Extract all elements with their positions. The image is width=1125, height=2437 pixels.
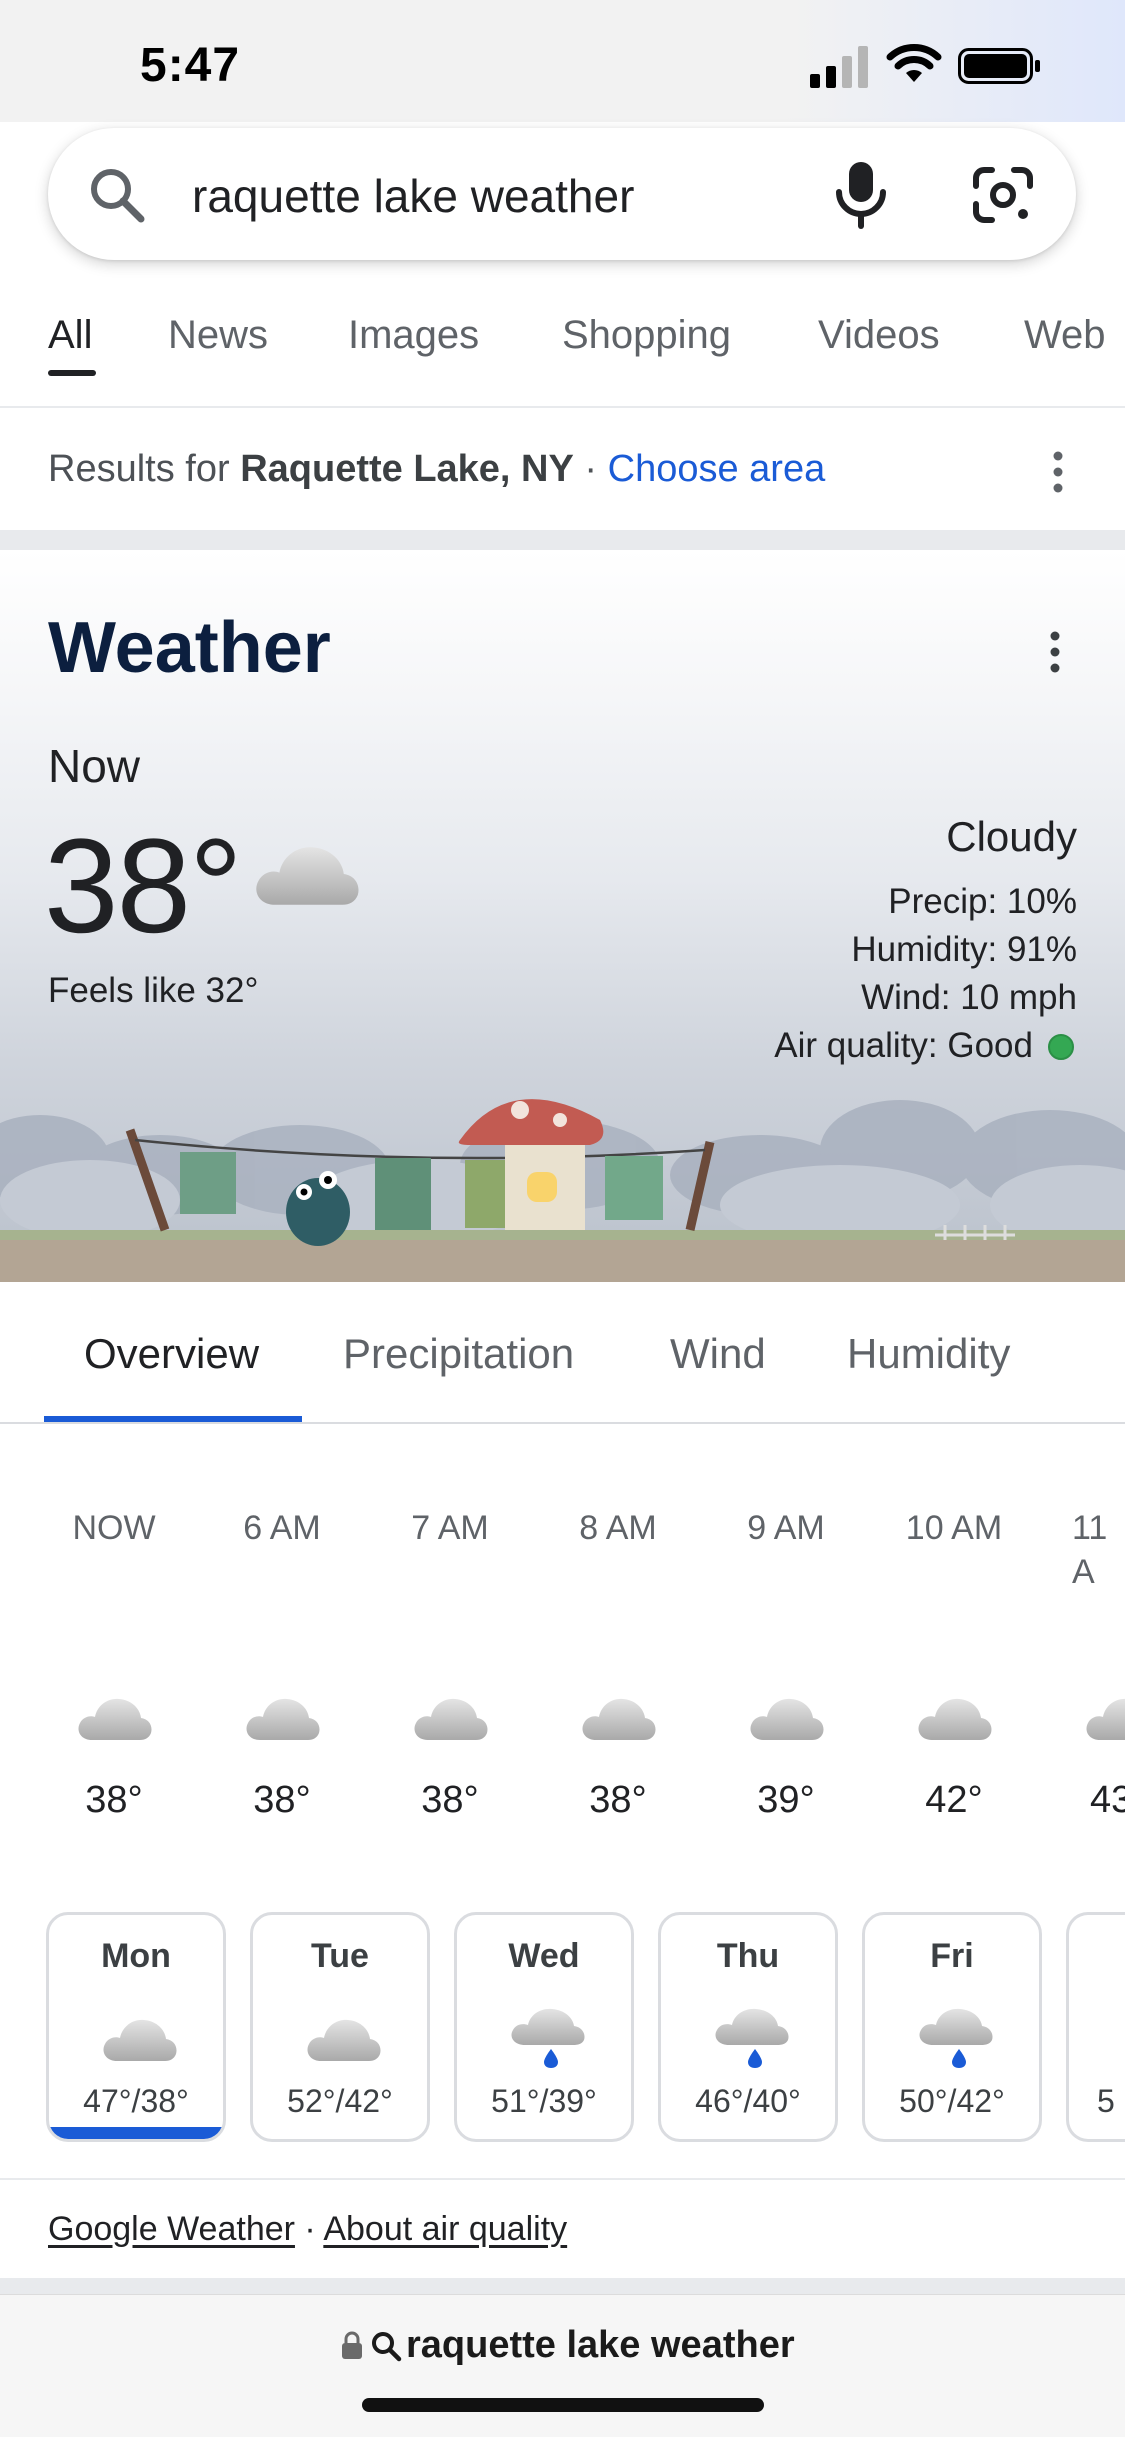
hour-label: 8 AM [579, 1509, 657, 1547]
tab-active-indicator [48, 370, 96, 376]
status-time: 5:47 [140, 39, 241, 92]
hour-label: 11 A [1072, 1509, 1108, 1591]
day-temperature-range: 46°/40° [695, 2083, 801, 2119]
feels-like: Feels like 32° [48, 971, 259, 1010]
hour-temperature: 39° [757, 1779, 815, 1821]
hour-label: 6 AM [243, 1509, 321, 1547]
precipitation-detail: Precip: 10% [888, 882, 1077, 921]
tab-news[interactable]: News [168, 310, 268, 360]
results-for-prefix: Results for [48, 448, 230, 490]
weather-title: Weather [48, 608, 331, 688]
search-input[interactable]: raquette lake weather [192, 168, 634, 224]
cloud-icon [307, 2019, 381, 2061]
cloud-icon [578, 1690, 658, 1746]
day-temperature-range: 51°/39° [491, 2083, 597, 2119]
separator-dot: · [304, 2210, 316, 2248]
tab-videos[interactable]: Videos [818, 310, 940, 360]
search-icon[interactable] [86, 164, 148, 226]
current-temperature: 38° [44, 812, 243, 961]
cloud-icon [914, 1690, 994, 1746]
lock-icon [342, 2331, 362, 2359]
tab-humidity[interactable]: Humidity [847, 1328, 1010, 1380]
results-for-row: Results for Raquette Lake, NY · Choose a… [48, 444, 825, 494]
hour-temperature: 42° [925, 1779, 983, 1821]
day-card-mon[interactable]: Mon 47°/38° [46, 1912, 226, 2142]
day-card-wed[interactable]: Wed 51°/39° [454, 1912, 634, 2142]
day-name: Mon [101, 1937, 171, 1975]
hour-label: 9 AM [747, 1509, 825, 1547]
hour-label: 10 AM [905, 1509, 1003, 1547]
tab-shopping[interactable]: Shopping [562, 310, 731, 360]
divider [0, 2178, 1125, 2180]
rain-cloud-icon [915, 2005, 995, 2069]
day-card-thu[interactable]: Thu 46°/40° [658, 1912, 838, 2142]
day-card-fri[interactable]: Fri 50°/42° [862, 1912, 1042, 2142]
humidity-detail: Humidity: 91% [851, 930, 1077, 969]
hour-label: 7 AM [411, 1509, 489, 1547]
tab-overview[interactable]: Overview [84, 1328, 259, 1380]
about-air-quality-link[interactable]: About air quality [323, 2210, 567, 2248]
now-label: Now [48, 740, 141, 792]
air-quality-detail: Air quality: Good [774, 1026, 1033, 1065]
rain-cloud-icon [711, 2005, 791, 2069]
divider [0, 1422, 1125, 1424]
hour-temperature: 38° [421, 1779, 479, 1821]
results-location: Raquette Lake, NY [240, 448, 574, 490]
rain-cloud-icon [507, 2005, 587, 2069]
cloud-icon [103, 2019, 177, 2061]
microphone-icon[interactable] [830, 160, 892, 230]
more-options-icon[interactable] [1043, 630, 1067, 674]
address-bar-text[interactable]: raquette lake weather [406, 2320, 795, 2370]
hour-label: NOW [72, 1509, 156, 1547]
cloud-icon [242, 1690, 322, 1746]
day-name: Thu [716, 1937, 780, 1975]
cloud-icon [1086, 1698, 1125, 1740]
weather-condition: Cloudy [946, 813, 1077, 860]
day-card-tue[interactable]: Tue 52°/42° [250, 1912, 430, 2142]
hour-temperature: 38° [589, 1779, 647, 1821]
hour-temperature: 38° [253, 1779, 311, 1821]
weather-illustration [0, 1099, 1125, 1282]
tab-precipitation[interactable]: Precipitation [343, 1328, 574, 1380]
day-temperature-range: 50°/42° [899, 2083, 1005, 2119]
day-temperature-range: 5 [1097, 2083, 1115, 2119]
cloud-icon [746, 1690, 826, 1746]
hour-temperature: 38° [85, 1779, 143, 1821]
wind-detail: Wind: 10 mph [861, 978, 1077, 1017]
separator-dot: · [584, 448, 598, 490]
hour-temperature: 43 [1090, 1779, 1125, 1821]
cloud-icon [250, 834, 362, 914]
home-indicator[interactable] [362, 2398, 764, 2412]
cloud-icon [410, 1690, 490, 1746]
divider [0, 406, 1125, 408]
tab-all[interactable]: All [48, 310, 92, 360]
day-name: Fri [930, 1937, 974, 1975]
google-lens-icon[interactable] [970, 164, 1036, 226]
google-weather-link[interactable]: Google Weather [48, 2210, 295, 2248]
tab-web[interactable]: Web [1024, 310, 1106, 360]
wifi-icon [886, 44, 942, 82]
section-separator [0, 530, 1125, 550]
day-temperature-range: 47°/38° [83, 2083, 189, 2119]
day-card-partial[interactable]: 5 [1066, 1912, 1125, 2142]
choose-area-link[interactable]: Choose area [608, 448, 826, 490]
section-separator [0, 2278, 1125, 2294]
day-name: Tue [311, 1937, 369, 1975]
selected-day-indicator [49, 2127, 223, 2139]
search-icon [372, 2332, 402, 2362]
air-quality-indicator-icon [1048, 1034, 1074, 1060]
more-options-icon[interactable] [1046, 450, 1070, 494]
day-temperature-range: 52°/42° [287, 2083, 393, 2119]
cellular-signal-icon [810, 46, 868, 88]
tab-wind[interactable]: Wind [670, 1328, 766, 1380]
tab-images[interactable]: Images [348, 310, 479, 360]
battery-icon [958, 48, 1040, 84]
day-name: Wed [508, 1937, 580, 1975]
cloud-icon [74, 1690, 154, 1746]
footer-links: Google Weather · About air quality [48, 2206, 567, 2252]
